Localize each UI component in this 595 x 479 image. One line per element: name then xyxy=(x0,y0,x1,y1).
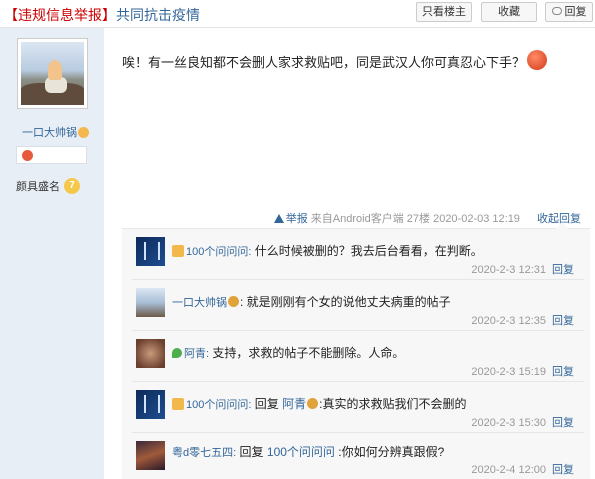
comment-line: 一口大帅锅 : 就是刚刚有个女的说他丈夫病重的帖子 xyxy=(172,293,451,310)
monkey-emoji-icon xyxy=(78,126,89,138)
reputation-label: 颜具盛名 xyxy=(16,181,60,193)
comment-time: 2020-2-3 12:31 回复 xyxy=(471,261,574,277)
only-op-button[interactable]: 只看楼主 xyxy=(416,2,472,22)
comment-box-arrow xyxy=(556,222,568,229)
post-source: 来自Android客户端 xyxy=(310,213,404,225)
warning-icon xyxy=(273,214,284,223)
commenter-name[interactable]: 阿青: xyxy=(184,348,209,360)
author-name-text: 一口大帅锅 xyxy=(22,127,77,139)
post-text: 唉！有一丝良知都不会删人家求救贴吧，同是武汉人你可真忍心下手？ xyxy=(122,55,526,70)
comment-line: 100个问问问: 回复 阿青 :真实的求救贴我们不会删的 xyxy=(172,395,466,412)
comment-time: 2020-2-3 12:35 回复 xyxy=(471,312,574,328)
post-time: 2020-02-03 12:19 xyxy=(433,213,520,225)
comment-reply-link[interactable]: 回复 xyxy=(552,464,574,476)
comment-line: 粤d零七五四: 回复 100个问问问 :你如何分辨真跟假? xyxy=(172,443,444,460)
member-badge-icon xyxy=(172,397,184,410)
commenter-avatar[interactable] xyxy=(136,390,165,419)
comment-line: 100个问问问: 什么时候被删的？我去后台看看，在判断。 xyxy=(172,242,483,259)
comment-reply-link[interactable]: 回复 xyxy=(552,417,574,429)
commenter-avatar[interactable] xyxy=(136,339,165,368)
comment-list: 100个问问问: 什么时候被删的？我去后台看看，在判断。 2020-2-3 12… xyxy=(122,222,590,479)
author-avatar[interactable] xyxy=(17,38,88,109)
comment-text: 支持，求救的帖子不能删除。人命。 xyxy=(212,346,405,360)
post-floor: 27楼 xyxy=(406,213,431,225)
level-star-icon: 7 xyxy=(64,178,80,195)
commenter-avatar[interactable] xyxy=(136,288,165,317)
thread-title[interactable]: 【违规信息举报】共同抗击疫情 xyxy=(4,5,200,25)
commenter-name[interactable]: 粤d零七五四: xyxy=(172,447,236,459)
comment-text: :你如何分辨真跟假? xyxy=(338,445,445,459)
thread-title-sub: 共同抗击疫情 xyxy=(116,7,200,23)
comment-time: 2020-2-4 12:00 回复 xyxy=(471,461,574,477)
author-avatar-image xyxy=(21,42,84,105)
author-panel: 一口大帅锅 颜具盛名 7 xyxy=(0,28,104,479)
reply-target-link[interactable]: 阿青 xyxy=(282,397,306,411)
comment-timestamp: 2020-2-3 12:31 xyxy=(471,264,546,276)
comment-text: 什么时候被删的？我去后台看看，在判断。 xyxy=(254,244,483,258)
commenter-name[interactable]: 一口大帅锅 xyxy=(172,297,227,309)
medal-box xyxy=(16,146,87,164)
post-content: 唉！有一丝良知都不会删人家求救贴吧，同是武汉人你可真忍心下手？ xyxy=(122,49,548,74)
comment-text: :真实的求救贴我们不会删的 xyxy=(319,397,467,411)
reply-prefix: 回复 xyxy=(254,397,279,411)
favorite-button[interactable]: 收藏 xyxy=(481,2,537,22)
comment-timestamp: 2020-2-3 15:19 xyxy=(471,366,546,378)
comment-time: 2020-2-3 15:19 回复 xyxy=(471,363,574,379)
medal-emoji-icon xyxy=(22,150,33,161)
emoji-icon xyxy=(307,398,319,410)
member-badge-icon xyxy=(172,244,184,257)
clover-icon xyxy=(172,347,182,358)
angry-face-emoji-icon xyxy=(527,49,548,70)
comment-timestamp: 2020-2-3 15:30 xyxy=(471,417,546,429)
comment-time: 2020-2-3 15:30 回复 xyxy=(471,414,574,430)
monkey-emoji-icon xyxy=(228,296,239,308)
commenter-name[interactable]: 100个问问问: xyxy=(186,399,251,411)
comment-timestamp: 2020-2-3 12:35 xyxy=(471,315,546,327)
commenter-avatar[interactable] xyxy=(136,237,165,266)
author-name[interactable]: 一口大帅锅 xyxy=(22,124,89,140)
avatar-child-head xyxy=(48,60,62,80)
thread-title-tag: 【违规信息举报】 xyxy=(4,7,116,23)
comment-item: 100个问问问: 回复 阿青 :真实的求救贴我们不会删的 2020-2-3 15:… xyxy=(132,382,584,433)
report-link[interactable]: 举报 xyxy=(286,213,308,225)
comment-item: 100个问问问: 什么时候被删的？我去后台看看，在判断。 2020-2-3 12… xyxy=(132,229,584,280)
comment-item: 粤d零七五四: 回复 100个问问问 :你如何分辨真跟假? 2020-2-4 1… xyxy=(132,433,584,479)
comment-timestamp: 2020-2-4 12:00 xyxy=(471,464,546,476)
reply-button[interactable]: 回复 xyxy=(545,2,593,22)
comment-item: 阿青: 支持，求救的帖子不能删除。人命。 2020-2-3 15:19 回复 xyxy=(132,331,584,382)
comment-reply-link[interactable]: 回复 xyxy=(552,315,574,327)
comment-text: : 就是刚刚有个女的说他丈夫病重的帖子 xyxy=(240,295,451,309)
comment-icon xyxy=(551,7,562,16)
comment-reply-link[interactable]: 回复 xyxy=(552,264,574,276)
commenter-name[interactable]: 100个问问问: xyxy=(186,246,251,258)
comment-line: 阿青: 支持，求救的帖子不能删除。人命。 xyxy=(172,344,404,361)
reply-prefix: 回复 xyxy=(239,445,264,459)
post-meta: 举报 来自Android客户端 27楼 2020-02-03 12:19 收起回… xyxy=(273,210,581,226)
reply-button-label: 回复 xyxy=(564,6,587,18)
comment-item: 一口大帅锅 : 就是刚刚有个女的说他丈夫病重的帖子 2020-2-3 12:35 回… xyxy=(132,280,584,331)
thread-header: 【违规信息举报】共同抗击疫情 只看楼主 收藏 回复 xyxy=(0,0,595,28)
reputation: 颜具盛名 7 xyxy=(16,178,80,195)
reply-target-link[interactable]: 100个问问问 xyxy=(267,445,335,459)
comment-reply-link[interactable]: 回复 xyxy=(552,366,574,378)
commenter-avatar[interactable] xyxy=(136,441,165,470)
